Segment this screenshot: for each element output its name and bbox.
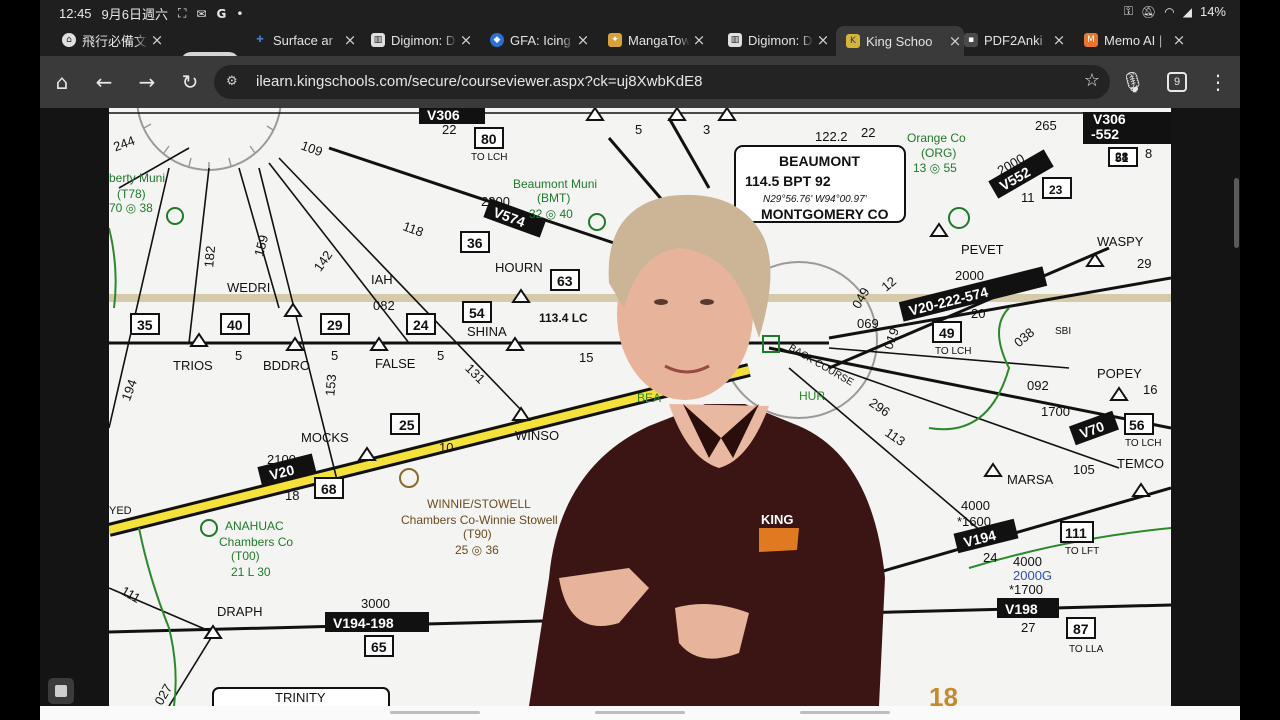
- google-icon: G: [216, 6, 227, 21]
- course-video[interactable]: V306 V574 V552 V20-222-574 V20 V70 V194 …: [109, 108, 1171, 706]
- close-icon[interactable]: ×: [1170, 31, 1188, 49]
- tab-title: MangaTow: [628, 32, 690, 48]
- close-icon[interactable]: ×: [574, 31, 592, 49]
- library-icon: ▥: [371, 33, 385, 47]
- mute-icon: 🔕︎: [1141, 4, 1157, 19]
- site-settings-icon[interactable]: ⚙: [226, 73, 244, 91]
- url-text[interactable]: ilearn.kingschools.com/secure/courseview…: [256, 73, 702, 90]
- tab-title: Surface ar: [273, 32, 333, 48]
- home-button[interactable]: ⌂: [50, 70, 74, 94]
- nav-handle-center[interactable]: [595, 711, 685, 714]
- memo-ai-icon: M: [1084, 33, 1098, 47]
- key-icon: ⚿: [1123, 4, 1134, 18]
- dot-icon: •: [236, 6, 244, 21]
- microphone-icon[interactable]: 🎙︎: [1120, 70, 1145, 94]
- tab-3[interactable]: ◆ GFA: Icing ×: [490, 28, 592, 52]
- tab-title: PDF2Anki: [984, 32, 1043, 48]
- tab-0[interactable]: ⌂ 飛行必備文 ×: [62, 28, 166, 52]
- browser-toolbar: ⌂ ← → ↻ ⚙ ilearn.kingschools.com/secure/…: [40, 56, 1240, 108]
- home-icon: ⌂: [62, 33, 76, 47]
- tab-1[interactable]: ✚ Surface ar ×: [253, 28, 359, 52]
- battery-level: 14%: [1199, 4, 1226, 19]
- close-icon[interactable]: ×: [1050, 31, 1068, 49]
- mail-icon: ✉: [196, 6, 207, 21]
- manga-icon: ✦: [608, 33, 622, 47]
- address-bar[interactable]: ⚙ ilearn.kingschools.com/secure/coursevi…: [214, 65, 1110, 99]
- plus-star-icon: ✚: [256, 35, 264, 45]
- menu-icon[interactable]: ⋮: [1206, 70, 1230, 94]
- status-date: 9月6日週六: [101, 7, 169, 22]
- tab-title: Digimon: D: [391, 32, 456, 48]
- tab-8[interactable]: M Memo AI | ×: [1084, 28, 1188, 52]
- forward-button[interactable]: →: [135, 70, 159, 94]
- close-icon[interactable]: ×: [814, 31, 832, 49]
- status-bar: 12:45 9月6日週六 ⛶ ✉ G • ⚿ 🔕︎ ◠ ◢ 14%: [40, 0, 1240, 24]
- tab-4[interactable]: ✦ MangaTow ×: [608, 28, 708, 52]
- floating-stop-button[interactable]: [48, 678, 74, 704]
- close-icon[interactable]: ×: [148, 31, 166, 49]
- tablet-screen: 12:45 9月6日週六 ⛶ ✉ G • ⚿ 🔕︎ ◠ ◢ 14% ⌂ 飛行必備…: [40, 0, 1240, 720]
- tab-5[interactable]: ▥ Digimon: D ×: [728, 28, 832, 52]
- wifi-icon: ◠: [1164, 4, 1175, 19]
- scrollbar[interactable]: [1234, 178, 1239, 248]
- tab-switcher-button[interactable]: 9: [1167, 72, 1187, 92]
- close-icon[interactable]: ×: [341, 31, 359, 49]
- system-nav-bar: [40, 706, 1240, 720]
- tab-title: King Schoo: [866, 33, 933, 49]
- close-icon[interactable]: ×: [946, 32, 964, 50]
- nav-handle-right[interactable]: [800, 711, 890, 714]
- tab-title: 飛行必備文: [82, 33, 148, 49]
- instructor-presenter: KING: [529, 194, 885, 706]
- tab-title: Digimon: D: [748, 32, 813, 48]
- noaa-icon: ◆: [490, 33, 504, 47]
- tab-6-active[interactable]: K King Schoo ×: [836, 26, 964, 56]
- page-content: V306 V574 V552 V20-222-574 V20 V70 V194 …: [40, 108, 1240, 706]
- tab-2[interactable]: ▥ Digimon: D ×: [371, 28, 475, 52]
- signal-icon: ◢: [1182, 4, 1192, 19]
- pdf2anki-icon: ▪: [964, 33, 978, 47]
- back-button[interactable]: ←: [92, 70, 116, 94]
- library-icon: ▥: [728, 33, 742, 47]
- nav-handle-left[interactable]: [390, 711, 480, 714]
- tab-title: Memo AI |: [1104, 32, 1163, 48]
- tab-7[interactable]: ▪ PDF2Anki ×: [964, 28, 1068, 52]
- status-time: 12:45: [59, 6, 92, 21]
- bookmark-star-icon[interactable]: ☆: [1084, 70, 1100, 91]
- tab-title: GFA: Icing: [510, 32, 571, 48]
- king-schools-logo: KING: [761, 512, 794, 527]
- tab-strip: ⌂ 飛行必備文 × 1 個分頁 ✚ Surface ar × ▥ Digimon…: [40, 24, 1240, 76]
- close-icon[interactable]: ×: [690, 31, 708, 49]
- screenshot-icon: ⛶: [178, 6, 187, 20]
- close-icon[interactable]: ×: [457, 31, 475, 49]
- king-schools-icon: K: [846, 34, 860, 48]
- reload-button[interactable]: ↻: [178, 70, 202, 94]
